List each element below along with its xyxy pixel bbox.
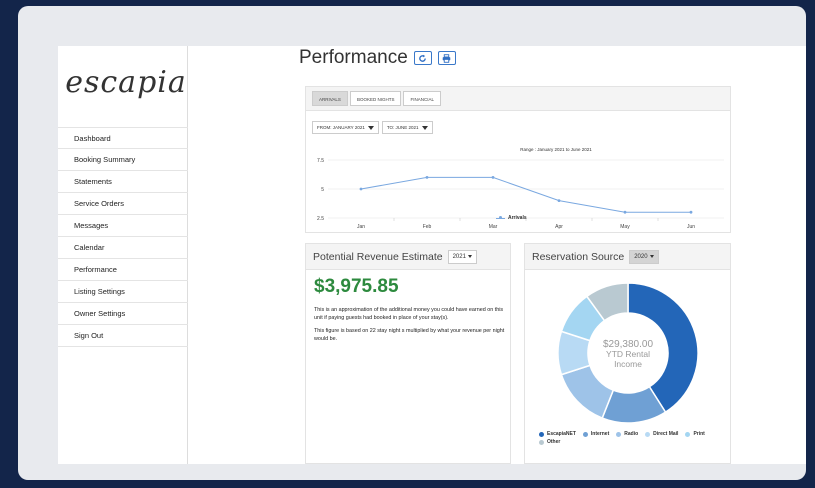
sidebar-item-booking-summary[interactable]: Booking Summary <box>58 149 188 171</box>
legend-label: Print <box>693 431 705 437</box>
sidebar-item-owner-settings[interactable]: Owner Settings <box>58 303 188 325</box>
sidebar-item-messages[interactable]: Messages <box>58 215 188 237</box>
legend-label: Internet <box>590 431 610 437</box>
page-title: Performance <box>299 47 408 68</box>
legend-item-escapianet[interactable]: EscapiaNET <box>539 431 576 437</box>
owner-portal: escapia Dashboard Booking Summary Statem… <box>58 46 806 464</box>
legend-swatch <box>496 216 505 219</box>
title-row: Performance <box>299 46 456 70</box>
legend-dot <box>645 431 651 437</box>
donut-center-label: YTD Rental <box>606 349 650 359</box>
data-point <box>557 199 561 202</box>
revenue-year-value: 2021 <box>452 253 466 260</box>
legend-item-other[interactable]: Other <box>539 439 560 445</box>
source-year-select[interactable]: 2020 <box>629 249 659 264</box>
revenue-card-title: Potential Revenue Estimate <box>313 250 443 263</box>
revenue-card-header: Potential Revenue Estimate 2021 <box>306 244 510 270</box>
x-tick-label: May <box>620 224 630 230</box>
chevron-down-icon <box>467 255 472 258</box>
print-icon <box>443 53 451 63</box>
legend-dot <box>582 431 588 437</box>
data-point <box>491 176 495 179</box>
sidebar-nav: Dashboard Booking Summary Statements Ser… <box>58 127 188 347</box>
to-date-select[interactable]: TO: JUNE 2021 <box>381 121 433 134</box>
sidebar-item-calendar[interactable]: Calendar <box>58 237 188 259</box>
sidebar-item-service-orders[interactable]: Service Orders <box>58 193 188 215</box>
legend-item-radio[interactable]: Radio <box>616 431 638 437</box>
revenue-estimate-card: Potential Revenue Estimate 2021 $3,975.8… <box>305 243 511 464</box>
data-point <box>359 187 363 191</box>
source-card-title: Reservation Source <box>532 250 625 263</box>
refresh-button[interactable] <box>413 51 432 65</box>
sidebar: escapia Dashboard Booking Summary Statem… <box>58 46 188 464</box>
x-tick-label: Feb <box>423 224 432 230</box>
revenue-year-select[interactable]: 2021 <box>447 249 477 264</box>
source-year-value: 2020 <box>634 253 648 260</box>
x-tick-label: Mar <box>489 224 498 230</box>
legend-label: Arrivals <box>508 215 527 221</box>
sidebar-item-statements[interactable]: Statements <box>58 171 188 193</box>
revenue-amount: $3,975.85 <box>314 276 399 297</box>
legend-item-direct-mail[interactable]: Direct Mail <box>645 431 678 437</box>
print-button[interactable] <box>437 51 456 65</box>
data-point <box>689 210 693 214</box>
sidebar-item-performance[interactable]: Performance <box>58 259 188 281</box>
tab-booked-nights[interactable]: BOOKED NIGHTS <box>349 91 402 106</box>
y-tick-label: 5 <box>321 187 324 193</box>
revenue-description: This is an approximation of the addition… <box>314 306 510 348</box>
reservation-source-card: Reservation Source 2020 $29,380.00 YTD Re… <box>524 243 731 464</box>
legend-label: Direct Mail <box>653 431 679 437</box>
legend-dot <box>616 431 622 437</box>
legend-label: Radio <box>624 431 639 437</box>
legend-item-print[interactable]: Print <box>685 431 705 437</box>
legend-dot <box>539 431 544 437</box>
legend-label: EscapiaNET <box>547 431 576 437</box>
y-tick-label: 2.5 <box>317 216 324 222</box>
tab-financial[interactable]: FINANCIAL <box>403 91 441 106</box>
legend-item-internet[interactable]: Internet <box>582 431 610 437</box>
sidebar-item-sign-out[interactable]: Sign Out <box>58 325 188 347</box>
data-point <box>623 210 627 214</box>
y-tick-label: 7.5 <box>317 158 324 164</box>
chart-legend[interactable]: Arrivals <box>496 215 527 221</box>
refresh-icon <box>419 54 427 62</box>
series-line-arrivals <box>360 176 691 213</box>
chart-tabs: ARRIVALS BOOKED NIGHTS FINANCIAL <box>306 87 730 111</box>
data-point <box>425 176 429 179</box>
sidebar-item-dashboard[interactable]: Dashboard <box>58 127 188 149</box>
legend-marker <box>499 216 502 219</box>
from-date-select[interactable]: FROM: JANUARY 2021 <box>312 121 379 134</box>
legend-dot <box>539 439 544 445</box>
donut-slice-radio <box>560 364 615 420</box>
from-date-label: FROM: JANUARY 2021 <box>317 125 365 130</box>
reservation-source-donut: $29,380.00YTD RentalIncome <box>557 282 699 424</box>
revenue-text-2: This figure is based on 22 stay night s … <box>314 328 505 342</box>
main-content: Performance ARRIVALS BOOKED NIGHTS FINAN… <box>189 46 806 464</box>
chevron-down-icon <box>649 255 654 258</box>
arrivals-chart-card: ARRIVALS BOOKED NIGHTS FINANCIAL FROM: J… <box>305 86 731 233</box>
x-tick-label: Jun <box>687 224 695 230</box>
donut-center-label: Income <box>614 359 642 369</box>
revenue-text-1: This is an approximation of the addition… <box>314 307 504 321</box>
chevron-down-icon <box>367 125 374 130</box>
donut-legend: EscapiaNET Internet Radio Direct Mail Print O… <box>539 431 729 445</box>
chart-title: Range : January 2021 to June 2021 <box>520 147 592 152</box>
source-card-header: Reservation Source 2020 <box>525 244 730 270</box>
chevron-down-icon <box>421 125 428 130</box>
sidebar-item-listing-settings[interactable]: Listing Settings <box>58 281 188 303</box>
tab-arrivals[interactable]: ARRIVALS <box>312 91 348 106</box>
date-filters: FROM: JANUARY 2021 TO: JUNE 2021 <box>312 121 433 134</box>
to-date-label: TO: JUNE 2021 <box>386 125 419 130</box>
escapia-logo: escapia <box>65 64 187 100</box>
x-tick-label: Jan <box>357 224 365 230</box>
app-frame: escapia Dashboard Booking Summary Statem… <box>18 6 806 480</box>
legend-label: Other <box>547 439 561 445</box>
x-tick-label: Apr <box>555 224 563 230</box>
legend-dot <box>685 431 691 437</box>
